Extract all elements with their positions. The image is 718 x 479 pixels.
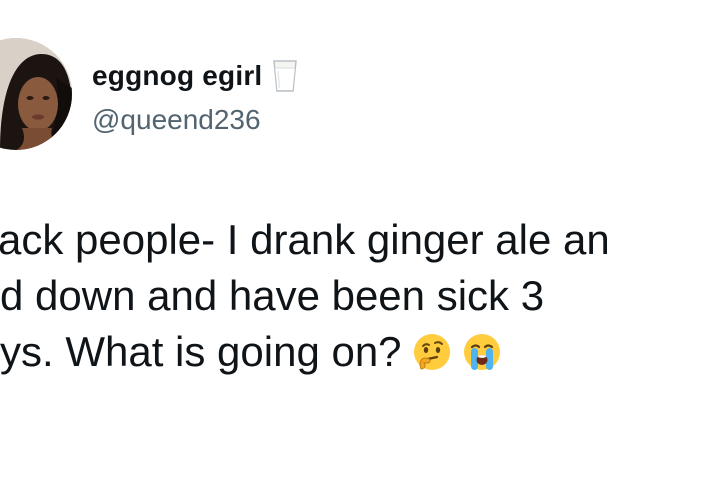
tweet-line-3: ys. What is going on? bbox=[0, 324, 718, 380]
display-name[interactable]: eggnog egirl bbox=[92, 60, 262, 92]
thinking-face-icon bbox=[412, 330, 452, 370]
tweet-line-3-text: ys. What is going on? bbox=[0, 328, 402, 375]
tweet-line-1: ack people- I drank ginger ale an bbox=[0, 216, 610, 263]
avatar[interactable] bbox=[0, 38, 72, 150]
tweet-line-2: d down and have been sick 3 bbox=[0, 272, 545, 319]
tweet-screenshot: eggnog egirl @queend236 ack people- I dr… bbox=[0, 0, 718, 479]
author-handle[interactable]: @queend236 bbox=[92, 104, 261, 136]
author-name-row: eggnog egirl bbox=[92, 58, 298, 94]
loudly-crying-face-icon bbox=[462, 330, 502, 370]
glass-of-milk-icon bbox=[272, 59, 298, 93]
tweet-body: ack people- I drank ginger ale an d down… bbox=[0, 212, 718, 380]
profile-photo-icon bbox=[0, 38, 72, 150]
